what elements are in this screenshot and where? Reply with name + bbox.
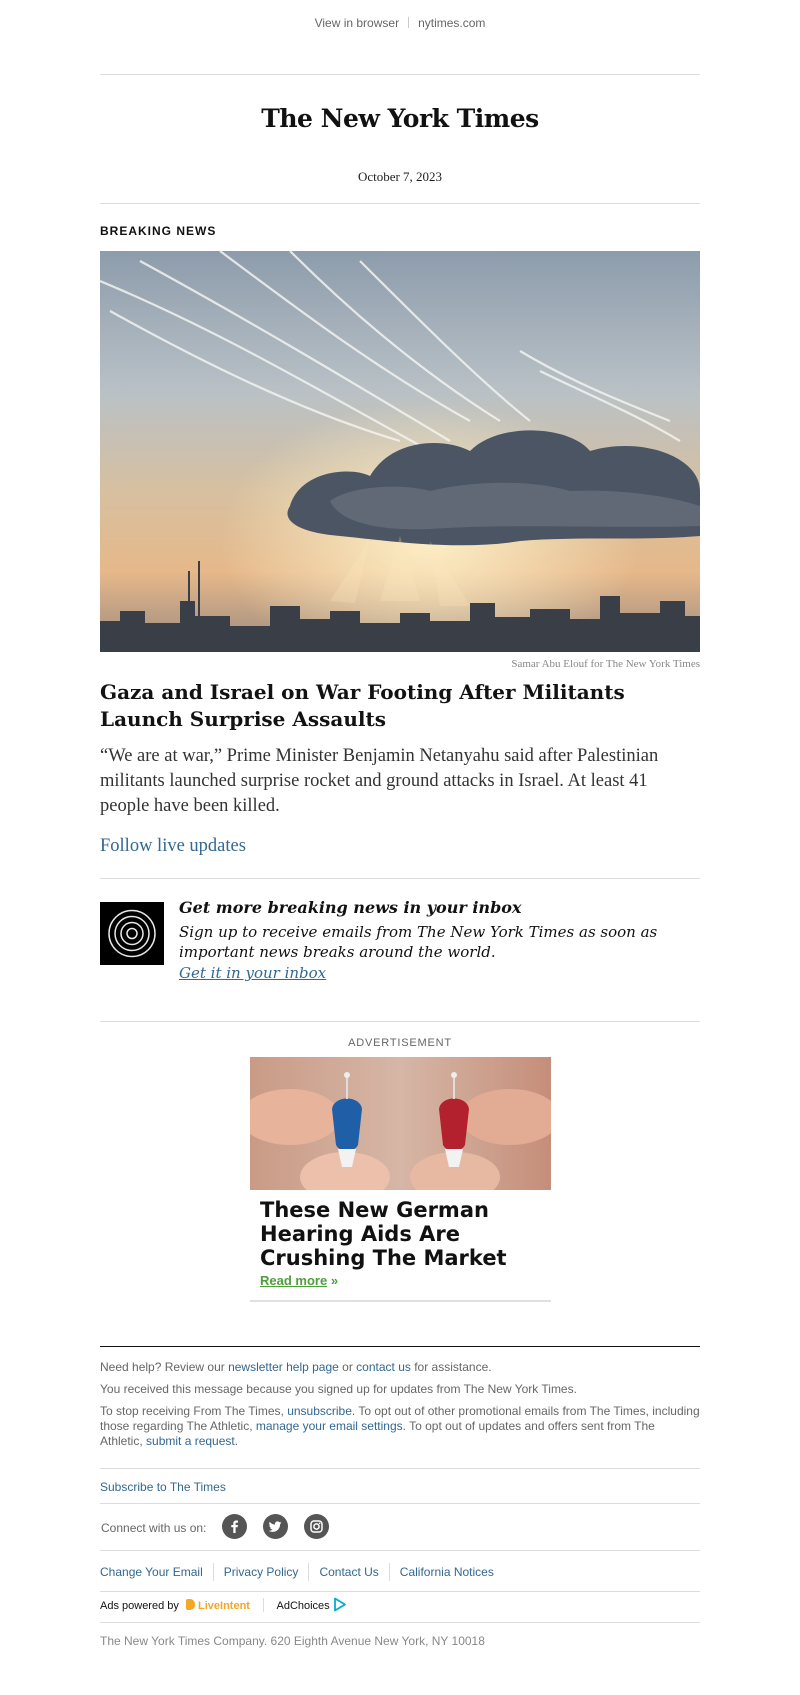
manage-email-settings-link[interactable]: manage your email settings <box>256 1419 403 1433</box>
ad-title[interactable]: These New German Hearing Aids Are Crushi… <box>260 1198 545 1270</box>
help-suffix: for assistance. <box>410 1360 492 1374</box>
footer-divider <box>100 1346 700 1347</box>
get-it-in-inbox-link[interactable]: Get it in your inbox <box>179 964 326 982</box>
section-kicker: BREAKING NEWS <box>100 224 217 238</box>
divider <box>100 1591 700 1592</box>
article-summary: “We are at war,” Prime Minister Benjamin… <box>100 746 659 816</box>
ad-read-more-link[interactable]: Read more » <box>260 1273 338 1288</box>
ad-image[interactable] <box>250 1057 551 1190</box>
help-mid: or <box>338 1360 357 1374</box>
help-text: Need help? Review our newsletter help pa… <box>100 1360 700 1375</box>
advertisement[interactable]: These New German Hearing Aids Are Crushi… <box>250 1057 551 1302</box>
liveintent-logo[interactable]: LiveIntent <box>185 1599 250 1612</box>
ad-label: ADVERTISEMENT <box>348 1037 452 1049</box>
divider <box>408 17 410 28</box>
view-in-browser-link[interactable]: View in browser <box>315 16 399 30</box>
submit-request-link[interactable]: submit a request <box>146 1434 235 1448</box>
instagram-icon[interactable] <box>304 1514 329 1539</box>
ads-powered-by: Ads powered by LiveIntent AdChoices <box>100 1597 347 1615</box>
image-credit: Samar Abu Elouf for The New York Times <box>511 658 700 670</box>
chevron-right-icon: » <box>330 1273 339 1288</box>
stop-prefix: To stop receiving From The Times, <box>100 1404 288 1418</box>
divider <box>100 1550 700 1551</box>
twitter-icon[interactable] <box>263 1514 288 1539</box>
ads-powered-by-label: Ads powered by <box>100 1600 179 1612</box>
stop-suffix: . <box>234 1434 239 1448</box>
divider <box>263 1598 265 1612</box>
adchoices-label: AdChoices <box>276 1600 330 1612</box>
change-email-link[interactable]: Change Your Email <box>100 1565 203 1579</box>
adchoices-link[interactable]: AdChoices <box>276 1597 347 1615</box>
article-headline[interactable]: Gaza and Israel on War Footing After Mil… <box>100 679 700 733</box>
help-prefix: Need help? Review our <box>100 1360 229 1374</box>
nytimes-link[interactable]: nytimes.com <box>418 16 485 30</box>
divider <box>100 1468 700 1469</box>
unsubscribe-text: To stop receiving From The Times, unsubs… <box>100 1404 700 1449</box>
contact-us-link[interactable]: contact us <box>356 1360 411 1374</box>
liveintent-label: LiveIntent <box>198 1600 250 1612</box>
divider <box>100 1021 700 1022</box>
divider <box>308 1563 310 1581</box>
divider <box>100 878 700 879</box>
divider <box>100 1622 700 1623</box>
divider <box>100 1503 700 1504</box>
nyt-logo[interactable]: The New York Times <box>0 104 800 133</box>
liveintent-icon <box>185 1599 195 1610</box>
top-bar: View in browser nytimes.com <box>0 16 800 30</box>
promo-title: Get more breaking news in your inbox <box>179 898 522 917</box>
adchoices-icon <box>333 1597 347 1615</box>
ad-read-more-label: Read more <box>260 1273 328 1288</box>
promo-text: Sign up to receive emails from The New Y… <box>179 923 658 961</box>
subscribe-link[interactable]: Subscribe to The Times <box>100 1480 700 1495</box>
divider <box>100 203 700 204</box>
company-address: The New York Times Company. 620 Eighth A… <box>100 1634 485 1648</box>
follow-live-updates-link[interactable]: Follow live updates <box>100 836 246 857</box>
facebook-icon[interactable] <box>222 1514 247 1539</box>
newsletter-help-link[interactable]: newsletter help page <box>228 1360 339 1374</box>
issue-date: October 7, 2023 <box>357 169 443 184</box>
divider <box>388 1563 390 1581</box>
hero-image[interactable] <box>100 251 700 652</box>
received-notice: You received this message because you si… <box>100 1382 577 1396</box>
divider <box>212 1563 214 1581</box>
divider <box>100 74 700 75</box>
privacy-policy-link[interactable]: Privacy Policy <box>224 1565 299 1579</box>
connect-label: Connect with us on: <box>101 1521 207 1535</box>
concentric-circles-icon <box>100 902 164 965</box>
footer-links: Change Your Email Privacy Policy Contact U… <box>100 1563 494 1581</box>
footer-contact-us-link[interactable]: Contact Us <box>319 1565 378 1579</box>
unsubscribe-link[interactable]: unsubscribe <box>287 1404 352 1418</box>
california-notices-link[interactable]: California Notices <box>400 1565 494 1579</box>
